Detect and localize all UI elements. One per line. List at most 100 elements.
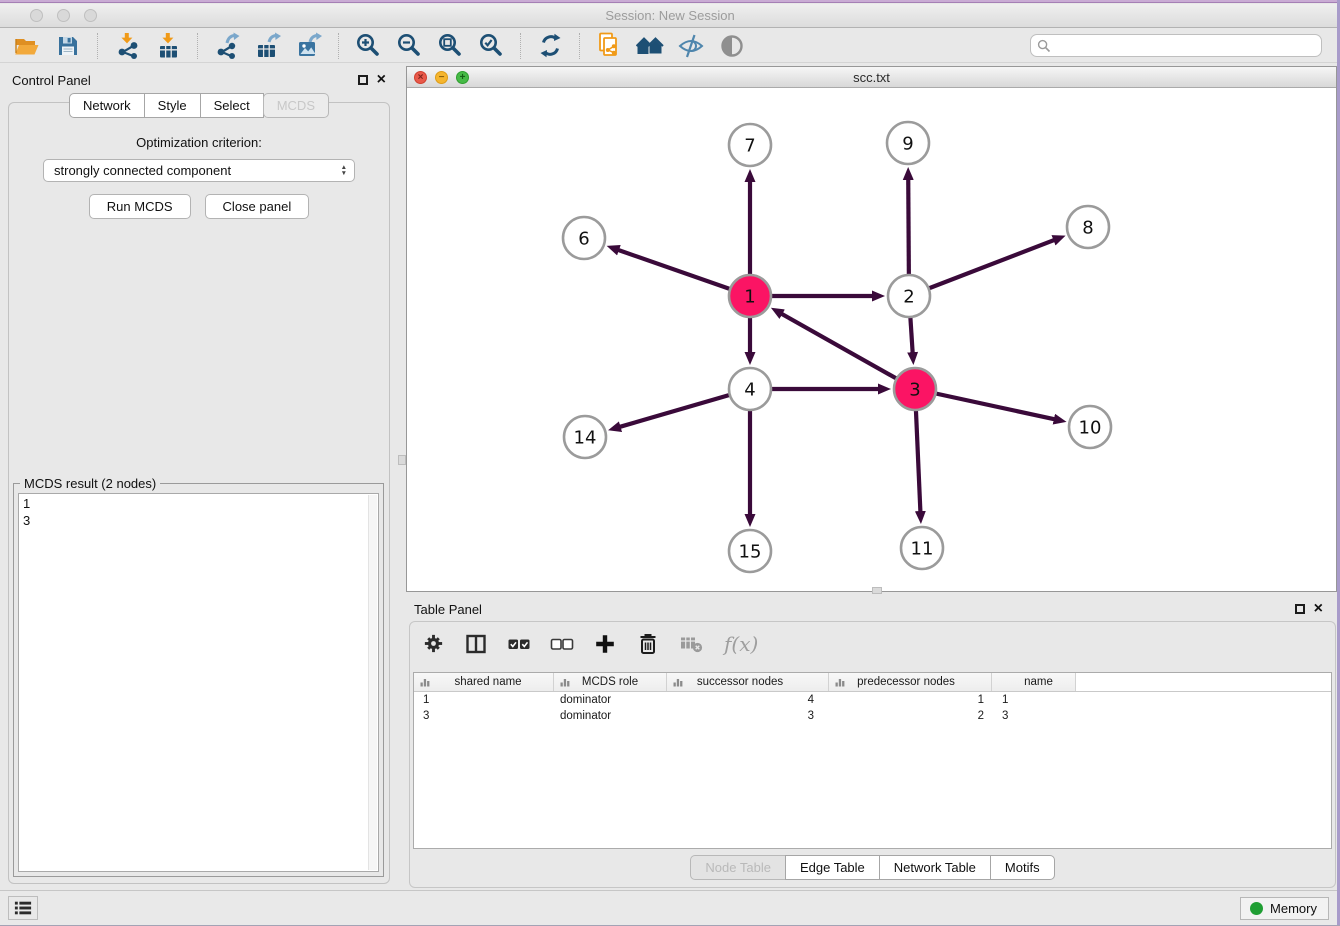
export-image-icon[interactable] — [292, 31, 326, 61]
column-header-successor-nodes[interactable]: successor nodes — [667, 673, 829, 691]
list-icon — [13, 899, 33, 917]
control-panel-close-button[interactable]: × — [377, 74, 386, 86]
network-minimize-button[interactable]: − — [435, 71, 448, 84]
optimization-criterion-label: Optimization criterion: — [9, 135, 389, 150]
first-neighbors-houses-icon[interactable] — [633, 31, 667, 61]
close-window-button[interactable] — [30, 9, 43, 22]
task-history-button[interactable] — [8, 896, 38, 920]
import-network-icon[interactable] — [110, 31, 144, 61]
table-settings-gear-icon[interactable] — [422, 632, 445, 660]
network-canvas-area[interactable]: 7 9 6 8 1 2 4 3 14 10 15 11 — [407, 88, 1336, 591]
table-panel-float-button[interactable] — [1295, 604, 1305, 614]
result-scrollbar[interactable] — [368, 495, 377, 870]
toolbar-separator — [520, 33, 521, 59]
export-table-icon[interactable] — [251, 31, 285, 61]
network-window: × − + scc.txt 7 9 6 8 1 2 4 3 14 10 15 11 — [406, 66, 1337, 592]
zoom-in-icon[interactable] — [351, 31, 385, 61]
tab-node-table[interactable]: Node Table — [690, 855, 786, 880]
network-window-titlebar: × − + scc.txt — [407, 67, 1336, 88]
criterion-value: strongly connected component — [54, 163, 231, 178]
zoom-fit-icon[interactable] — [433, 31, 467, 61]
save-session-icon[interactable] — [51, 31, 85, 61]
tab-edge-table[interactable]: Edge Table — [785, 855, 880, 880]
table-row[interactable]: 3 dominator 3 2 3 — [414, 708, 1331, 724]
delete-column-trash-icon[interactable] — [636, 632, 660, 661]
hide-graphics-details-icon[interactable] — [674, 31, 708, 61]
table-header-row: shared name MCDS role successor nodes — [414, 673, 1331, 692]
graph-node-11[interactable]: 11 — [901, 527, 943, 569]
graph-node-14[interactable]: 14 — [564, 416, 606, 458]
deselect-all-columns-icon[interactable] — [550, 632, 574, 661]
table-row[interactable]: 1 dominator 4 1 1 — [414, 692, 1331, 708]
svg-text:6: 6 — [578, 229, 589, 250]
graph-node-8[interactable]: 8 — [1067, 206, 1109, 248]
run-mcds-button[interactable]: Run MCDS — [89, 194, 191, 219]
import-table-icon[interactable] — [151, 31, 185, 61]
graph-edge-3-1[interactable] — [781, 314, 915, 389]
table-panel-header: Table Panel × — [406, 594, 1337, 620]
network-close-button[interactable]: × — [414, 71, 427, 84]
graph-node-2[interactable]: 2 — [888, 275, 930, 317]
result-line: 1 — [23, 495, 374, 512]
column-header-predecessor-nodes[interactable]: predecessor nodes — [829, 673, 992, 691]
tab-style[interactable]: Style — [144, 93, 201, 118]
network-splitter-handle[interactable] — [872, 587, 882, 594]
graph-node-1[interactable]: 1 — [729, 275, 771, 317]
zoom-window-button[interactable] — [84, 9, 97, 22]
cell-successor-nodes: 3 — [667, 710, 829, 722]
graph-node-15[interactable]: 15 — [729, 530, 771, 572]
column-type-icon — [673, 677, 683, 687]
column-header-mcds-role[interactable]: MCDS role — [554, 673, 667, 691]
table-tabs: Node Table Edge Table Network Table Moti… — [410, 855, 1335, 880]
tab-select[interactable]: Select — [200, 93, 264, 118]
graph-edge-2-8[interactable] — [909, 240, 1054, 296]
network-maximize-button[interactable]: + — [456, 71, 469, 84]
minimize-window-button[interactable] — [57, 9, 70, 22]
zoom-out-icon[interactable] — [392, 31, 426, 61]
table-panel-title: Table Panel — [414, 602, 482, 617]
main-area: Control Panel × Network Style Select MCD… — [0, 63, 1337, 890]
cell-successor-nodes: 4 — [667, 694, 829, 706]
cell-predecessor-nodes: 2 — [829, 710, 992, 722]
svg-text:9: 9 — [902, 134, 913, 155]
panel-splitter-handle[interactable] — [398, 455, 406, 465]
column-header-name[interactable]: name — [992, 673, 1076, 691]
svg-text:3: 3 — [909, 380, 920, 401]
graph-node-4[interactable]: 4 — [729, 368, 771, 410]
graph-node-3[interactable]: 3 — [894, 368, 936, 410]
cell-mcds-role: dominator — [554, 694, 667, 706]
zoom-selected-icon[interactable] — [474, 31, 508, 61]
mcds-result-text[interactable]: 1 3 — [18, 493, 379, 872]
tab-network-table[interactable]: Network Table — [879, 855, 991, 880]
new-network-from-selection-icon[interactable] — [592, 31, 626, 61]
memory-button[interactable]: Memory — [1240, 897, 1329, 920]
graph-node-7[interactable]: 7 — [729, 124, 771, 166]
svg-text:1: 1 — [744, 287, 755, 308]
column-header-shared-name[interactable]: shared name — [414, 673, 554, 691]
svg-text:15: 15 — [739, 542, 762, 563]
memory-status-dot — [1250, 902, 1263, 915]
show-column-icon[interactable] — [464, 632, 488, 661]
search-input[interactable] — [1056, 39, 1315, 53]
tab-network[interactable]: Network — [69, 93, 145, 118]
tab-mcds[interactable]: MCDS — [263, 93, 329, 118]
graph-node-6[interactable]: 6 — [563, 217, 605, 259]
control-panel-float-button[interactable] — [358, 75, 368, 85]
control-panel-title: Control Panel — [12, 73, 91, 88]
apply-layout-icon[interactable] — [533, 31, 567, 61]
create-column-plus-icon[interactable] — [593, 632, 617, 661]
cell-name: 3 — [992, 710, 1076, 722]
table-panel-close-button[interactable]: × — [1314, 603, 1323, 615]
close-panel-button[interactable]: Close panel — [205, 194, 310, 219]
show-graphics-details-eye-icon[interactable] — [715, 31, 749, 61]
cell-shared-name: 3 — [414, 710, 554, 722]
graph-node-10[interactable]: 10 — [1069, 406, 1111, 448]
select-all-columns-icon[interactable] — [507, 632, 531, 661]
export-network-icon[interactable] — [210, 31, 244, 61]
control-panel: Control Panel × Network Style Select MCD… — [0, 63, 398, 890]
open-session-icon[interactable] — [10, 31, 44, 61]
graph-node-9[interactable]: 9 — [887, 122, 929, 164]
tab-motifs[interactable]: Motifs — [990, 855, 1055, 880]
criterion-dropdown[interactable]: strongly connected component ▲▼ — [43, 159, 355, 182]
network-graph[interactable]: 7 9 6 8 1 2 4 3 14 10 15 11 — [407, 88, 1336, 591]
